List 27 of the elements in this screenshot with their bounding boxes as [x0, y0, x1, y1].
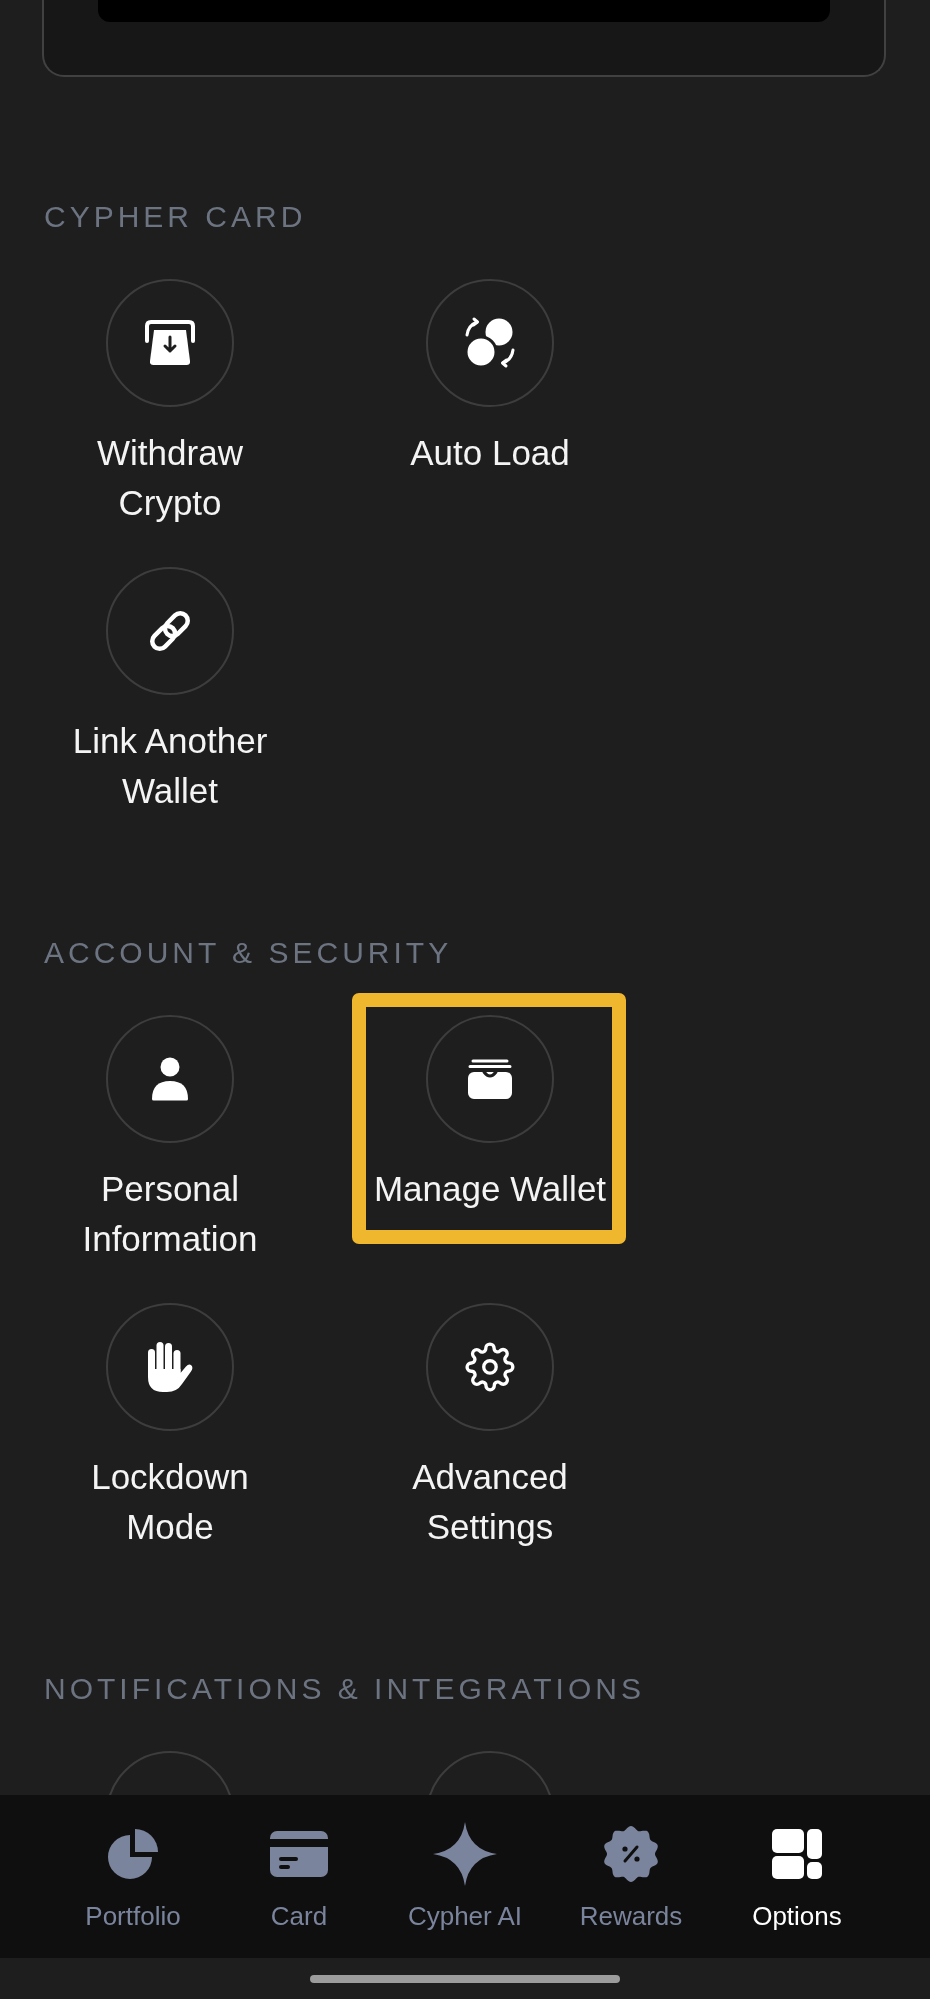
sparkle-icon	[433, 1822, 497, 1886]
option-button[interactable]: Link Another Wallet	[48, 567, 292, 816]
person-icon	[106, 1015, 234, 1143]
option-button[interactable]: Personal Information	[48, 1015, 292, 1264]
nav-tab[interactable]: Card	[262, 1822, 336, 1934]
option-button[interactable]: Manage Wallet	[373, 1015, 607, 1214]
percent-badge-icon	[603, 1826, 659, 1882]
wallet-icon	[426, 1015, 554, 1143]
coins-icon	[426, 279, 554, 407]
nav-tab[interactable]: Rewards	[571, 1822, 691, 1934]
grid-icon	[772, 1829, 822, 1879]
nav-tab[interactable]: Portfolio	[77, 1822, 189, 1934]
section-heading: ACCOUNT & SECURITY	[44, 935, 453, 971]
nav-tab[interactable]: Cypher AI	[399, 1822, 531, 1934]
section-heading: CYPHER CARD	[44, 199, 307, 235]
nav-tab[interactable]: Options	[744, 1822, 850, 1934]
pie-chart-icon	[107, 1828, 159, 1880]
option-button[interactable]: Auto Load	[410, 279, 570, 478]
credit-card-icon	[270, 1831, 328, 1877]
option-button[interactable]: Withdraw Crypto	[48, 279, 292, 528]
option-button[interactable]: Lockdown Mode	[48, 1303, 292, 1552]
link-icon	[106, 567, 234, 695]
hand-icon	[106, 1303, 234, 1431]
settings-icon	[426, 1303, 554, 1431]
option-button[interactable]: Advanced Settings	[368, 1303, 612, 1552]
card-slot-icon	[106, 279, 234, 407]
section-heading: NOTIFICATIONS & INTEGRATIONS	[44, 1671, 645, 1707]
